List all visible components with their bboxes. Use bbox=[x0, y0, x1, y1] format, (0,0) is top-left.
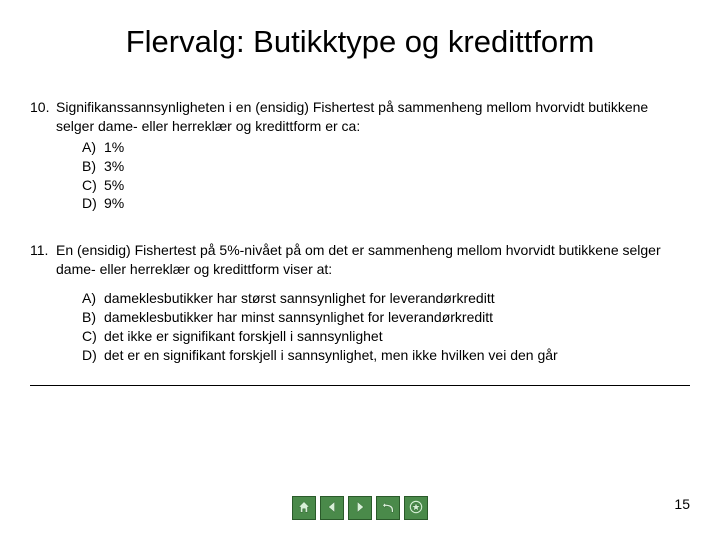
question-stem: 11. En (ensidig) Fishertest på 5%-nivået… bbox=[30, 241, 690, 279]
option-text: det er en signifikant forskjell i sannsy… bbox=[104, 346, 690, 365]
question-text: En (ensidig) Fishertest på 5%-nivået på … bbox=[56, 241, 690, 279]
star-icon bbox=[409, 500, 423, 517]
question-stem: 10. Signifikanssannsynligheten i en (ens… bbox=[30, 98, 690, 136]
slide: Flervalg: Butikktype og kredittform 10. … bbox=[0, 0, 720, 540]
option-b: B) 3% bbox=[82, 157, 690, 176]
slide-title: Flervalg: Butikktype og kredittform bbox=[0, 0, 720, 70]
option-c: C) 5% bbox=[82, 176, 690, 195]
option-label: A) bbox=[82, 289, 104, 308]
page-number: 15 bbox=[674, 496, 690, 512]
next-icon bbox=[353, 500, 367, 517]
option-c: C) det ikke er signifikant forskjell i s… bbox=[82, 327, 690, 346]
option-d: D) det er en signifikant forskjell i san… bbox=[82, 346, 690, 365]
question-11: 11. En (ensidig) Fishertest på 5%-nivået… bbox=[30, 241, 690, 364]
options-list: A) 1% B) 3% C) 5% D) 9% bbox=[82, 138, 690, 214]
option-text: dameklesbutikker har størst sannsynlighe… bbox=[104, 289, 690, 308]
option-text: 3% bbox=[104, 157, 690, 176]
menu-button[interactable] bbox=[404, 496, 428, 520]
option-a: A) 1% bbox=[82, 138, 690, 157]
question-text: Signifikanssannsynligheten i en (ensidig… bbox=[56, 98, 690, 136]
option-b: B) dameklesbutikker har minst sannsynlig… bbox=[82, 308, 690, 327]
footer: 15 bbox=[0, 496, 720, 526]
option-text: 1% bbox=[104, 138, 690, 157]
option-label: B) bbox=[82, 308, 104, 327]
nav-bar bbox=[0, 496, 720, 520]
option-label: C) bbox=[82, 327, 104, 346]
option-text: det ikke er signifikant forskjell i sann… bbox=[104, 327, 690, 346]
next-button[interactable] bbox=[348, 496, 372, 520]
prev-button[interactable] bbox=[320, 496, 344, 520]
question-10: 10. Signifikanssannsynligheten i en (ens… bbox=[30, 98, 690, 213]
option-label: B) bbox=[82, 157, 104, 176]
option-label: A) bbox=[82, 138, 104, 157]
option-d: D) 9% bbox=[82, 194, 690, 213]
options-list: A) dameklesbutikker har størst sannsynli… bbox=[82, 289, 690, 365]
question-number: 10. bbox=[30, 98, 56, 136]
option-label: D) bbox=[82, 194, 104, 213]
option-text: 9% bbox=[104, 194, 690, 213]
option-label: D) bbox=[82, 346, 104, 365]
option-a: A) dameklesbutikker har størst sannsynli… bbox=[82, 289, 690, 308]
home-icon bbox=[297, 500, 311, 517]
option-text: 5% bbox=[104, 176, 690, 195]
option-label: C) bbox=[82, 176, 104, 195]
back-button[interactable] bbox=[376, 496, 400, 520]
undo-icon bbox=[381, 500, 395, 517]
option-text: dameklesbutikker har minst sannsynlighet… bbox=[104, 308, 690, 327]
prev-icon bbox=[325, 500, 339, 517]
separator bbox=[30, 385, 690, 386]
question-number: 11. bbox=[30, 241, 56, 279]
home-button[interactable] bbox=[292, 496, 316, 520]
